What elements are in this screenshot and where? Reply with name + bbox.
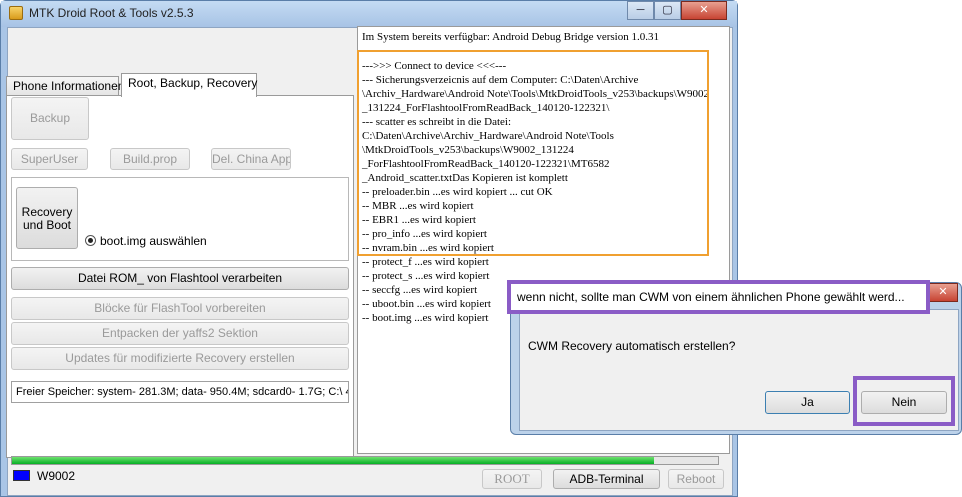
tab-root-backup-recovery[interactable]: Root, Backup, Recovery <box>121 73 257 97</box>
dialog-close-button[interactable]: ✕ <box>928 283 958 302</box>
bootimg-label: boot.img auswählen <box>100 234 207 248</box>
window-title: MTK Droid Root & Tools v2.5.3 <box>29 6 194 20</box>
log-line: -- protect_f ...es wird kopiert <box>362 256 489 268</box>
tab-phone-informationen[interactable]: Phone Informationen <box>6 76 124 96</box>
reboot-button[interactable]: Reboot <box>668 469 724 489</box>
maximize-button[interactable]: ▢ <box>654 1 681 20</box>
superuser-button[interactable]: SuperUser <box>11 148 88 170</box>
log-line: -- protect_s ...es wird kopiert <box>362 270 490 282</box>
progress-fill <box>12 457 655 464</box>
progress-bar <box>11 456 719 465</box>
buildprop-button[interactable]: Build.prop <box>110 148 190 170</box>
del-china-app-button[interactable]: Del. China App <box>211 148 291 170</box>
app-icon <box>9 6 23 20</box>
log-line: -- uboot.bin ...es wird kopiert <box>362 298 491 310</box>
ja-button[interactable]: Ja <box>765 391 850 414</box>
memory-status: Freier Speicher: system- 281.3M; data- 9… <box>11 381 349 403</box>
log-line: -- seccfg ...es wird kopiert <box>362 284 478 296</box>
device-color-swatch <box>13 470 30 481</box>
root-button[interactable]: ROOT <box>482 469 542 489</box>
unpack-yaffs2-button[interactable]: Entpacken der yaffs2 Sektion <box>11 322 349 345</box>
dialog-message: CWM Recovery automatisch erstellen? <box>528 339 736 353</box>
minimize-button[interactable]: ─ <box>627 1 654 20</box>
process-rom-button[interactable]: Datei ROM_ von Flashtool verarbeiten <box>11 267 349 290</box>
log-line: Im System bereits verfügbar: Android Deb… <box>362 31 659 43</box>
device-name: W9002 <box>37 469 76 483</box>
close-button[interactable]: ✕ <box>681 1 727 20</box>
backup-button[interactable]: Backup <box>11 97 89 140</box>
dialog-title: wenn nicht, sollte man CWM von einem ähn… <box>507 280 930 314</box>
log-line: -- boot.img ...es wird kopiert <box>362 312 489 324</box>
blocks-flashtool-button[interactable]: Blöcke für FlashTool vorbereiten <box>11 297 349 320</box>
adb-terminal-button[interactable]: ADB-Terminal <box>553 469 660 489</box>
recovery-und-boot-button[interactable]: Recovery und Boot <box>16 187 78 249</box>
updates-recovery-button[interactable]: Updates für modifizierte Recovery erstel… <box>11 347 349 370</box>
log-highlight-box <box>357 50 709 256</box>
recovery-label-line2: und Boot <box>22 218 72 232</box>
nein-highlight-box <box>853 376 955 426</box>
bootimg-radio[interactable] <box>85 235 96 246</box>
